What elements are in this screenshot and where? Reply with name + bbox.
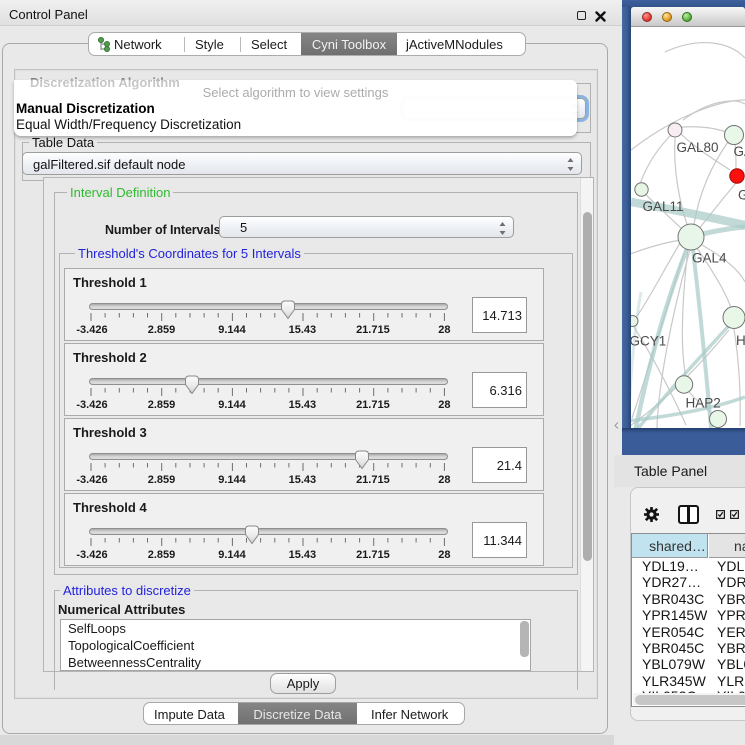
svg-text:G: G — [738, 188, 745, 203]
svg-text:GAL4: GAL4 — [692, 251, 727, 266]
svg-text:HAP2: HAP2 — [686, 396, 721, 411]
svg-text:GAL11: GAL11 — [643, 199, 684, 214]
svg-text:GAL80: GAL80 — [677, 140, 719, 155]
svg-text:GCY1: GCY1 — [631, 334, 666, 349]
svg-text:GA: GA — [734, 144, 745, 159]
svg-text:H: H — [736, 333, 745, 348]
